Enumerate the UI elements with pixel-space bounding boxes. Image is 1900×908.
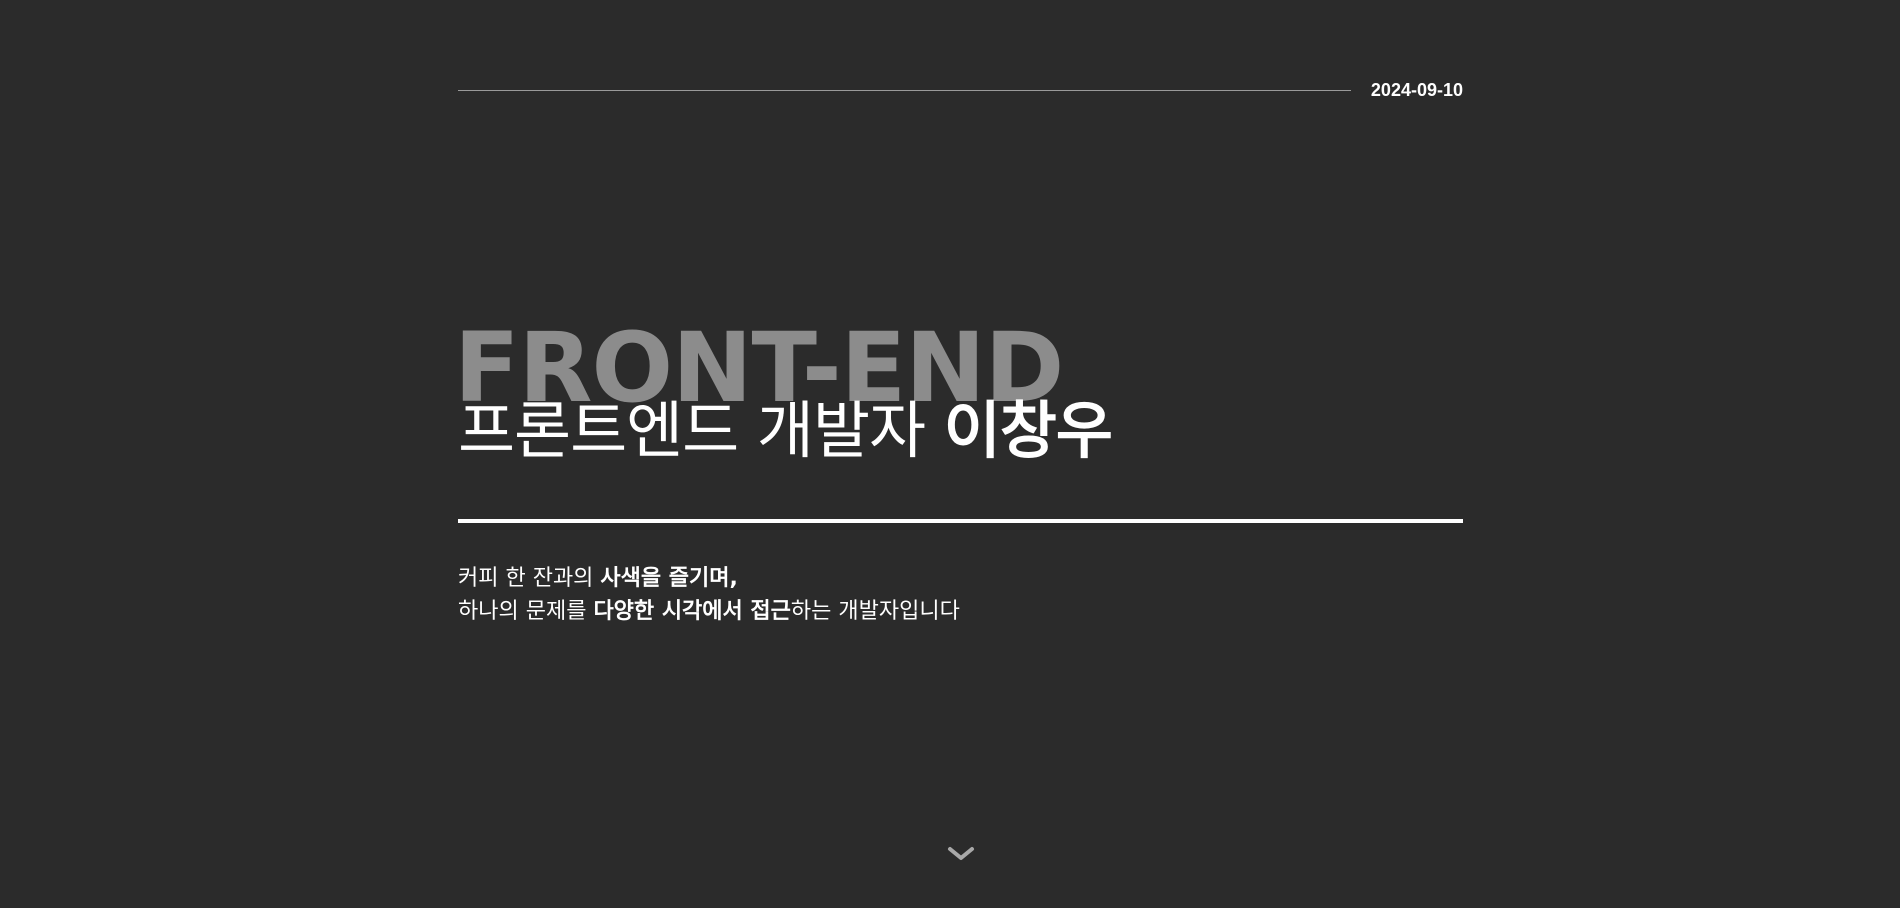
chevron-down-icon: [948, 847, 974, 860]
intro-line-1: 커피 한 잔과의 사색을 즐기며,: [458, 562, 1463, 595]
page-title: 프론트엔드 개발자 이창우: [458, 394, 1113, 467]
page: 2024-09-10 FRONT-END 프론트엔드 개발자 이창우 커피 한 …: [0, 0, 1900, 908]
section-divider: [458, 519, 1463, 523]
title-block: FRONT-END 프론트엔드 개발자 이창우: [454, 318, 1463, 468]
hero-section: 2024-09-10 FRONT-END 프론트엔드 개발자 이창우 커피 한 …: [454, 0, 1463, 908]
top-divider: [458, 89, 1351, 91]
intro-line-1-text: 커피 한 잔과의: [458, 566, 601, 591]
scroll-down-button[interactable]: [943, 842, 979, 866]
title-role: 프론트엔드 개발자: [458, 394, 944, 467]
intro-line-2-tail: 하는 개발자입니다: [790, 599, 960, 624]
intro-line-1-emphasis: 사색을 즐기며,: [600, 566, 738, 591]
title-name: 이창우: [943, 394, 1113, 467]
top-bar: 2024-09-10: [458, 78, 1463, 102]
intro-text: 커피 한 잔과의 사색을 즐기며, 하나의 문제를 다양한 시각에서 접근하는 …: [458, 562, 1463, 628]
post-date: 2024-09-10: [1370, 79, 1463, 100]
intro-line-2-text: 하나의 문제를: [458, 599, 594, 624]
intro-line-2: 하나의 문제를 다양한 시각에서 접근하는 개발자입니다: [458, 595, 1463, 628]
intro-line-2-emphasis: 다양한 시각에서 접근: [593, 599, 791, 624]
